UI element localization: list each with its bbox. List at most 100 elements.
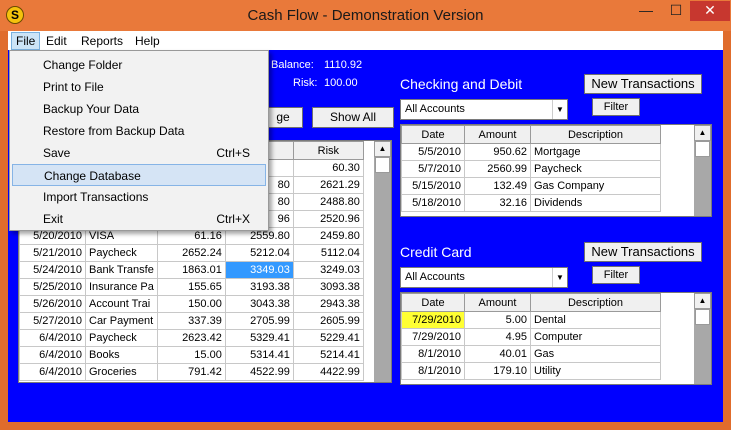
maximize-button[interactable]: ☐ xyxy=(661,1,691,21)
cell-date[interactable]: 8/1/2010 xyxy=(401,345,465,363)
menu-item-change-folder[interactable]: Change Folder xyxy=(10,54,268,76)
menu-item-backup-data[interactable]: Backup Your Data xyxy=(10,98,268,120)
menu-help[interactable]: Help xyxy=(130,32,165,50)
cell-desc[interactable]: Books xyxy=(85,346,158,364)
cell-risk[interactable]: 4422.99 xyxy=(292,363,364,381)
cell-date[interactable]: 5/27/2010 xyxy=(19,312,86,330)
menu-item-import-transactions[interactable]: Import Transactions xyxy=(10,186,268,208)
close-button[interactable]: ✕ xyxy=(690,1,730,21)
cell-risk[interactable]: 2943.38 xyxy=(292,295,364,313)
col-risk-header[interactable]: Risk xyxy=(292,141,364,160)
cell-date[interactable]: 5/24/2010 xyxy=(19,261,86,279)
table-row[interactable]: 5/27/2010 Car Payment 337.39 2705.99 260… xyxy=(19,312,364,330)
cell-amount[interactable]: 950.62 xyxy=(464,143,531,161)
cell-risk[interactable]: 3249.03 xyxy=(292,261,364,279)
cell-desc[interactable]: Paycheck xyxy=(85,329,158,347)
cell-amount[interactable]: 179.10 xyxy=(464,362,531,380)
cell-desc[interactable]: Bank Transfe xyxy=(85,261,158,279)
menu-file[interactable]: File xyxy=(11,32,41,50)
cell-amount[interactable]: 791.42 xyxy=(156,363,226,381)
cell-balance[interactable]: 3043.38 xyxy=(224,295,294,313)
cell-risk[interactable]: 2459.80 xyxy=(292,227,364,245)
cell-balance[interactable]: 5212.04 xyxy=(224,244,294,262)
cell-description[interactable]: Gas Company xyxy=(530,177,661,195)
table-row[interactable]: 8/1/2010 40.01 Gas xyxy=(401,345,661,363)
cell-description[interactable]: Utility xyxy=(530,362,661,380)
table-row[interactable]: 7/29/2010 5.00 Dental xyxy=(401,311,661,329)
cell-balance[interactable]: 3193.38 xyxy=(224,278,294,296)
cell-risk[interactable]: 60.30 xyxy=(292,159,364,177)
cell-description[interactable]: Mortgage xyxy=(530,143,661,161)
table-row[interactable]: 5/26/2010 Account Trai 150.00 3043.38 29… xyxy=(19,295,364,313)
table-row[interactable]: 5/15/2010 132.49 Gas Company xyxy=(401,177,661,195)
scroll-up-icon[interactable]: ▲ xyxy=(694,293,711,309)
table-row[interactable]: 6/4/2010 Groceries 791.42 4522.99 4422.9… xyxy=(19,363,364,381)
cell-desc[interactable]: Account Trai xyxy=(85,295,158,313)
cell-amount[interactable]: 2623.42 xyxy=(156,329,226,347)
menu-item-exit[interactable]: Exit Ctrl+X xyxy=(10,208,268,230)
scroll-thumb[interactable] xyxy=(695,141,710,157)
table-row[interactable]: 8/1/2010 179.10 Utility xyxy=(401,362,661,380)
scroll-thumb[interactable] xyxy=(695,309,710,325)
minimize-button[interactable]: — xyxy=(631,1,661,21)
cell-date[interactable]: 6/4/2010 xyxy=(19,329,86,347)
col-description-header[interactable]: Description xyxy=(530,125,661,144)
cell-amount[interactable]: 32.16 xyxy=(464,194,531,212)
scroll-up-icon[interactable]: ▲ xyxy=(374,141,391,157)
checking-filter-button[interactable]: Filter xyxy=(592,98,640,116)
cell-date[interactable]: 5/5/2010 xyxy=(401,143,465,161)
cell-date[interactable]: 8/1/2010 xyxy=(401,362,465,380)
checking-scrollbar[interactable]: ▲ xyxy=(694,125,711,216)
ledger-scrollbar[interactable]: ▲ xyxy=(374,141,391,382)
cell-amount[interactable]: 150.00 xyxy=(156,295,226,313)
table-row[interactable]: 6/4/2010 Paycheck 2623.42 5329.41 5229.4… xyxy=(19,329,364,347)
dropdown-arrow-icon[interactable]: ▼ xyxy=(552,100,567,119)
dropdown-arrow-icon[interactable]: ▼ xyxy=(552,268,567,287)
table-row[interactable]: 5/7/2010 2560.99 Paycheck xyxy=(401,160,661,178)
table-row[interactable]: 5/21/2010 Paycheck 2652.24 5212.04 5112.… xyxy=(19,244,364,262)
menu-edit[interactable]: Edit xyxy=(41,32,72,50)
cell-balance[interactable]: 2705.99 xyxy=(224,312,294,330)
cell-amount[interactable]: 337.39 xyxy=(156,312,226,330)
cell-amount[interactable]: 5.00 xyxy=(464,311,531,329)
cell-balance[interactable]: 5329.41 xyxy=(224,329,294,347)
cell-risk[interactable]: 2488.80 xyxy=(292,193,364,211)
menu-reports[interactable]: Reports xyxy=(76,32,128,50)
cell-date[interactable]: 5/21/2010 xyxy=(19,244,86,262)
scroll-thumb[interactable] xyxy=(375,157,390,173)
cell-date[interactable]: 5/7/2010 xyxy=(401,160,465,178)
cell-description[interactable]: Paycheck xyxy=(530,160,661,178)
cell-balance[interactable]: 4522.99 xyxy=(224,363,294,381)
credit-scrollbar[interactable]: ▲ xyxy=(694,293,711,384)
cell-risk[interactable]: 2605.99 xyxy=(292,312,364,330)
cell-amount[interactable]: 40.01 xyxy=(464,345,531,363)
title-bar[interactable]: S Cash Flow - Demonstration Version — ☐ … xyxy=(0,0,731,31)
table-row[interactable]: 5/24/2010 Bank Transfe 1863.01 3349.03 3… xyxy=(19,261,364,279)
credit-account-select[interactable]: All Accounts ▼ xyxy=(400,267,568,288)
cell-date[interactable]: 7/29/2010 xyxy=(401,328,465,346)
cell-amount[interactable]: 132.49 xyxy=(464,177,531,195)
cell-description[interactable]: Dental xyxy=(530,311,661,329)
cell-date-selected[interactable]: 7/29/2010 xyxy=(401,311,465,329)
checking-account-select[interactable]: All Accounts ▼ xyxy=(400,99,568,120)
cell-risk[interactable]: 5214.41 xyxy=(292,346,364,364)
menu-item-print-to-file[interactable]: Print to File xyxy=(10,76,268,98)
col-amount-header[interactable]: Amount xyxy=(464,125,531,144)
cell-date[interactable]: 5/26/2010 xyxy=(19,295,86,313)
col-date-header[interactable]: Date xyxy=(401,293,465,312)
menu-item-restore-backup[interactable]: Restore from Backup Data xyxy=(10,120,268,142)
scroll-up-icon[interactable]: ▲ xyxy=(694,125,711,141)
credit-filter-button[interactable]: Filter xyxy=(592,266,640,284)
cell-date[interactable]: 6/4/2010 xyxy=(19,346,86,364)
table-row[interactable]: 5/5/2010 950.62 Mortgage xyxy=(401,143,661,161)
cell-desc[interactable]: Paycheck xyxy=(85,244,158,262)
checking-grid[interactable]: Date Amount Description 5/5/2010 950.62 … xyxy=(400,124,712,217)
table-row[interactable]: 5/25/2010 Insurance Pa 155.65 3193.38 30… xyxy=(19,278,364,296)
credit-grid[interactable]: Date Amount Description 7/29/2010 5.00 D… xyxy=(400,292,712,385)
cell-risk[interactable]: 2621.29 xyxy=(292,176,364,194)
cell-amount[interactable]: 1863.01 xyxy=(156,261,226,279)
cell-date[interactable]: 5/25/2010 xyxy=(19,278,86,296)
col-description-header[interactable]: Description xyxy=(530,293,661,312)
cell-amount[interactable]: 2560.99 xyxy=(464,160,531,178)
cell-desc[interactable]: Car Payment xyxy=(85,312,158,330)
